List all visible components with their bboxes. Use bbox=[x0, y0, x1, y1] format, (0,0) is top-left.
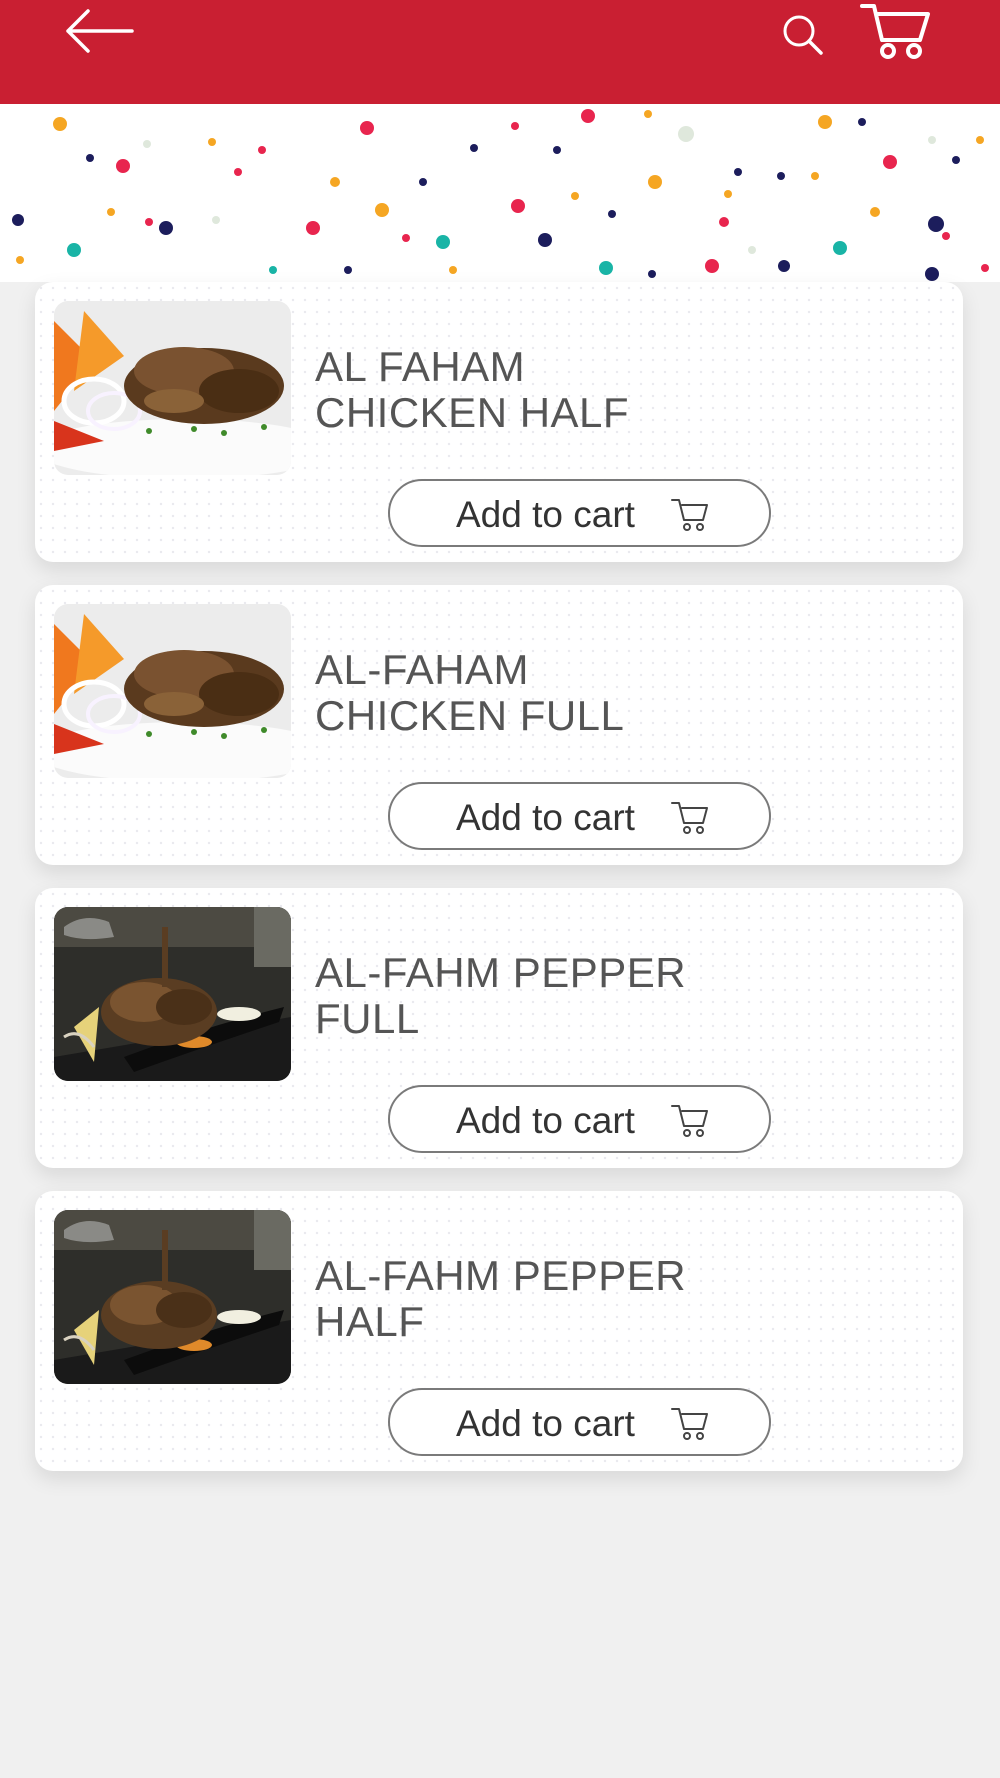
add-to-cart-button[interactable]: Add to cart bbox=[388, 782, 771, 850]
product-image bbox=[54, 907, 291, 1081]
add-to-cart-label: Add to cart bbox=[456, 1100, 635, 1141]
cart-button[interactable] bbox=[860, 0, 932, 64]
arrow-left-icon bbox=[66, 9, 134, 53]
product-card[interactable]: AL-FAHM PEPPER FULL Add to cart bbox=[35, 888, 963, 1168]
confetti-decoration bbox=[12, 109, 989, 281]
cart-icon bbox=[860, 4, 930, 59]
add-to-cart-label: Add to cart bbox=[456, 494, 635, 535]
product-image bbox=[54, 604, 291, 778]
cart-icon bbox=[671, 1105, 708, 1137]
cart-icon bbox=[671, 1408, 708, 1440]
add-to-cart-button[interactable]: Add to cart bbox=[388, 1085, 771, 1153]
top-app-bar bbox=[0, 0, 1000, 104]
product-card[interactable]: AL FAHAM CHICKEN HALF Add to cart bbox=[35, 282, 963, 562]
search-button[interactable] bbox=[778, 10, 828, 60]
add-to-cart-button[interactable]: Add to cart bbox=[388, 479, 771, 547]
product-title: AL-FAHM PEPPER FULL bbox=[315, 949, 687, 1042]
product-title: AL-FAHAM CHICKEN FULL bbox=[315, 646, 625, 739]
pepper-chicken-image bbox=[54, 1210, 291, 1384]
product-card[interactable]: AL-FAHAM CHICKEN FULL Add to cart bbox=[35, 585, 963, 865]
confetti-banner bbox=[0, 104, 1000, 282]
product-card[interactable]: AL-FAHM PEPPER HALF Add to cart bbox=[35, 1191, 963, 1471]
cart-icon bbox=[671, 499, 708, 531]
pepper-chicken-image bbox=[54, 907, 291, 1081]
add-to-cart-label: Add to cart bbox=[456, 1403, 635, 1444]
back-button[interactable] bbox=[62, 2, 138, 60]
cart-icon bbox=[671, 802, 708, 834]
grilled-chicken-image bbox=[54, 301, 291, 475]
add-to-cart-label: Add to cart bbox=[456, 797, 635, 838]
add-to-cart-button[interactable]: Add to cart bbox=[388, 1388, 771, 1456]
product-title: AL-FAHM PEPPER HALF bbox=[315, 1252, 687, 1345]
grilled-chicken-image bbox=[54, 604, 291, 778]
product-image bbox=[54, 301, 291, 475]
product-image bbox=[54, 1210, 291, 1384]
search-icon bbox=[783, 15, 823, 55]
product-title: AL FAHAM CHICKEN HALF bbox=[315, 343, 630, 436]
